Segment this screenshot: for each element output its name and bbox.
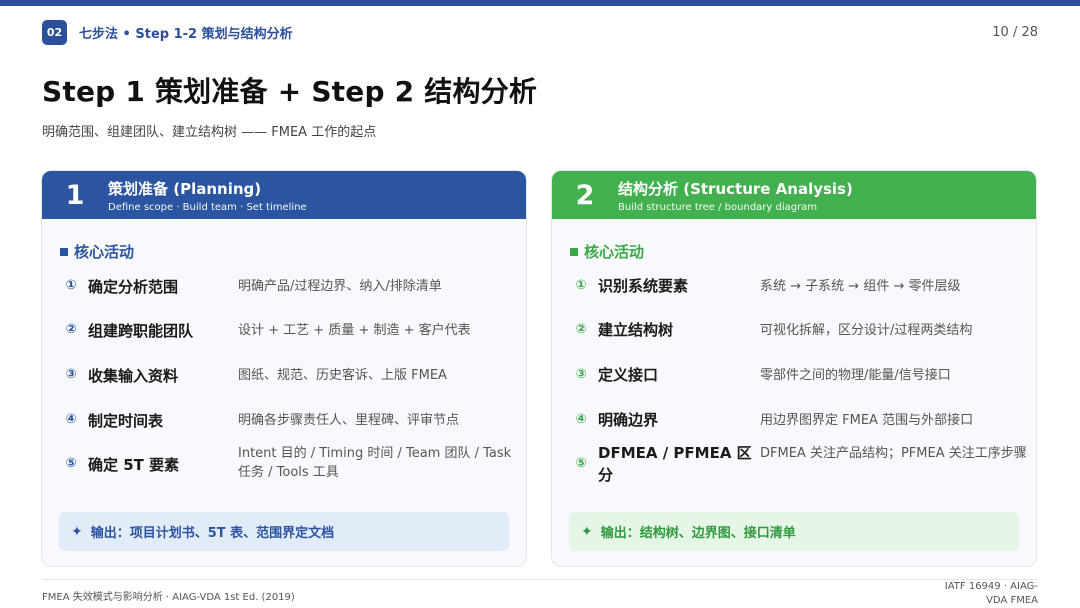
- card-subtitle: Build structure tree / boundary diagram: [618, 201, 818, 213]
- section-number-badge: 02: [42, 19, 67, 45]
- item-number: ④: [65, 412, 77, 427]
- item-number: ⑤: [65, 456, 77, 471]
- footer-source: FMEA 失效模式与影响分析 · AIAG-VDA 1st Ed. (2019): [42, 592, 295, 603]
- item-number: ①: [575, 278, 587, 293]
- item-description: 可视化拆解，区分设计/过程两类结构: [760, 323, 973, 338]
- item-description: Intent 目的 / Timing 时间 / Team 团队 / Task 任…: [238, 446, 512, 480]
- item-description: 设计 + 工艺 + 质量 + 制造 + 客户代表: [238, 323, 471, 338]
- card-header: 1 策划准备 (Planning) Define scope · Build t…: [42, 171, 526, 219]
- structure-analysis-card: 2 结构分析 (Structure Analysis) Build struct…: [551, 170, 1037, 567]
- output-summary: ✦ 输出：项目计划书、5T 表、范围界定文档: [59, 512, 509, 551]
- item-name: 明确边界: [598, 411, 659, 429]
- item-name: 确定分析范围: [88, 278, 179, 296]
- item-description: 明确产品/过程边界、纳入/排除清单: [238, 279, 442, 294]
- footer-standard: IATF 16949 · AIAG-VDA FMEA: [944, 581, 1038, 606]
- item-description: 零部件之间的物理/能量/信号接口: [760, 368, 951, 383]
- item-name: 确定 5T 要素: [88, 456, 180, 474]
- item-name: 组建跨职能团队: [88, 322, 194, 340]
- item-number: ①: [65, 278, 77, 293]
- card-title: 结构分析 (Structure Analysis): [618, 179, 853, 198]
- item-description: 明确各步骤责任人、里程碑、评审节点: [238, 413, 460, 428]
- core-activities-heading: 核心活动: [570, 241, 644, 262]
- page-title: Step 1 策划准备 + Step 2 结构分析: [42, 75, 538, 108]
- item-name: 定义接口: [598, 366, 659, 384]
- planning-card: 1 策划准备 (Planning) Define scope · Build t…: [41, 170, 527, 567]
- item-name: 识别系统要素: [598, 277, 689, 295]
- core-activities-heading: 核心活动: [60, 241, 134, 262]
- item-name: 建立结构树: [598, 321, 674, 339]
- output-text: 输出：结构树、边界图、接口清单: [600, 526, 796, 541]
- card-header: 2 结构分析 (Structure Analysis) Build struct…: [552, 171, 1036, 219]
- item-number: ②: [65, 322, 77, 337]
- section-label: 七步法 • Step 1-2 策划与结构分析: [79, 26, 293, 42]
- output-text: 输出：项目计划书、5T 表、范围界定文档: [90, 526, 335, 541]
- item-description: DFMEA 关注产品结构；PFMEA 关注工序步骤: [760, 446, 1027, 461]
- item-number: ②: [575, 322, 587, 337]
- item-description: 图纸、规范、历史客诉、上版 FMEA: [238, 368, 447, 383]
- item-number: ⑤: [575, 456, 587, 471]
- item-number: ④: [575, 412, 587, 427]
- item-name: 制定时间表: [88, 412, 164, 430]
- square-icon: [60, 247, 68, 256]
- core-activities-label: 核心活动: [584, 243, 645, 261]
- top-accent-bar: [0, 0, 1080, 6]
- page-number: 10 / 28: [992, 24, 1038, 40]
- page-header: 02 七步法 • Step 1-2 策划与结构分析 10 / 28: [42, 19, 1038, 45]
- square-icon: [570, 247, 578, 256]
- item-description: 系统 → 子系统 → 组件 → 零件层级: [760, 279, 961, 294]
- item-number: ③: [65, 367, 77, 382]
- sparkle-icon: ✦: [581, 523, 593, 540]
- sparkle-icon: ✦: [71, 523, 83, 540]
- page-subtitle: 明确范围、组建团队、建立结构树 —— FMEA 工作的起点: [42, 125, 377, 140]
- output-summary: ✦ 输出：结构树、边界图、接口清单: [569, 512, 1019, 551]
- item-name: 收集输入资料: [88, 367, 179, 385]
- item-description: 用边界图界定 FMEA 范围与外部接口: [760, 413, 974, 428]
- card-subtitle: Define scope · Build team · Set timeline: [108, 201, 307, 213]
- card-number: 1: [65, 179, 85, 211]
- core-activities-label: 核心活动: [74, 243, 135, 261]
- footer-divider: [42, 579, 1038, 580]
- card-title: 策划准备 (Planning): [108, 179, 262, 198]
- item-name: DFMEA / PFMEA 区分: [598, 444, 752, 484]
- item-number: ③: [575, 367, 587, 382]
- card-number: 2: [575, 179, 595, 211]
